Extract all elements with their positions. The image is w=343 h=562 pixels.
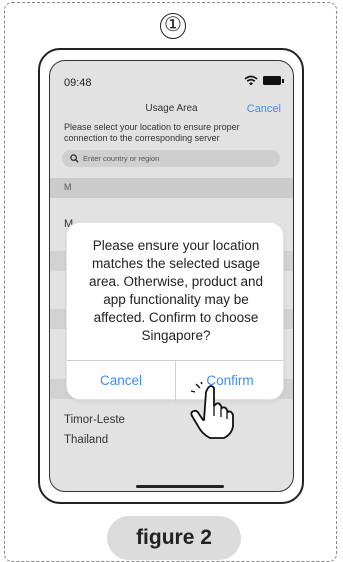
step-number: ① [160, 13, 186, 39]
pointing-hand-icon [190, 382, 234, 439]
section-header: M [50, 178, 293, 198]
list-item-thailand[interactable]: Thailand [64, 434, 108, 446]
search-input[interactable]: Enter country or region [62, 150, 280, 167]
confirm-dialog: Please ensure your location matches the … [66, 222, 284, 401]
cancel-button[interactable]: Cancel [247, 103, 281, 115]
instruction-text: Please select your location to ensure pr… [64, 122, 240, 143]
figure-label: figure 2 [107, 516, 241, 560]
search-icon [70, 154, 79, 163]
wifi-icon [244, 75, 258, 86]
dialog-cancel-button[interactable]: Cancel [67, 361, 175, 401]
status-icons [244, 75, 284, 86]
dialog-message: Please ensure your location matches the … [88, 238, 264, 343]
list-item-timor-leste[interactable]: Timor-Leste [64, 414, 125, 426]
search-placeholder: Enter country or region [83, 154, 160, 163]
status-time: 09:48 [64, 77, 92, 89]
home-indicator [136, 485, 224, 488]
section-header-label: M [64, 182, 72, 192]
battery-icon [263, 76, 284, 85]
